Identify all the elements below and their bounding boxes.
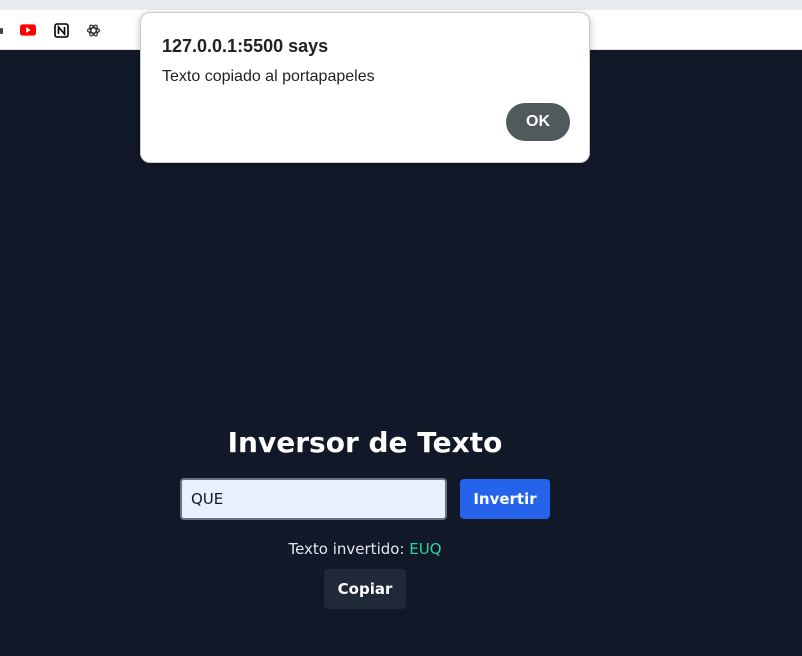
openai-icon[interactable]: [85, 22, 101, 38]
alert-dialog: 127.0.0.1:5500 says Texto copiado al por…: [140, 12, 590, 163]
invert-button[interactable]: Invertir: [460, 479, 550, 519]
page-title: Inversor de Texto: [227, 426, 503, 459]
text-input[interactable]: [180, 478, 447, 520]
copy-button[interactable]: Copiar: [324, 569, 406, 609]
alert-message: Texto copiado al portapapeles: [162, 68, 375, 85]
alert-ok-button[interactable]: OK: [506, 103, 570, 141]
result-value: EUQ: [409, 540, 442, 558]
notion-icon[interactable]: [53, 22, 69, 38]
alert-title: 127.0.0.1:5500 says: [162, 36, 329, 56]
youtube-icon[interactable]: [20, 22, 36, 38]
browser-top-strip: [0, 0, 802, 10]
result-label: Texto invertido:: [288, 540, 405, 558]
bookmark-partial-icon[interactable]: [0, 28, 3, 34]
result-line: Texto invertido: EUQ: [0, 539, 730, 559]
